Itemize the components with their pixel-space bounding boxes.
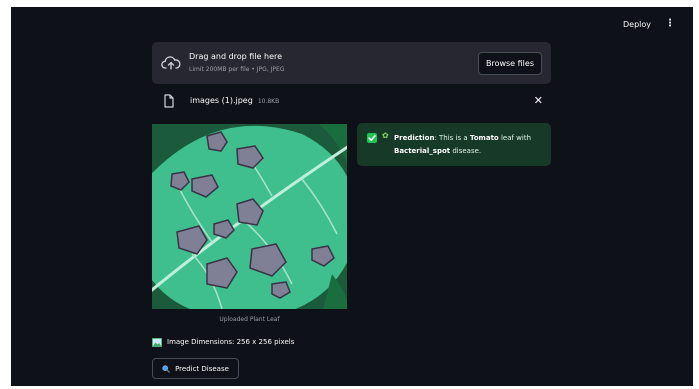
prediction-text-before: : This is a: [434, 134, 470, 142]
predict-disease-button[interactable]: Predict Disease: [152, 358, 239, 379]
prediction-alert: ✿ Prediction: This is a Tomato leaf with…: [357, 123, 551, 166]
magnifier-icon: [162, 364, 170, 373]
cloud-upload-icon: [161, 56, 181, 70]
prediction-disease: Bacterial_spot: [394, 147, 451, 155]
vertical-ellipsis-icon[interactable]: ⋮: [665, 19, 675, 29]
prediction-text-middle: leaf with: [498, 134, 532, 142]
picture-icon: [152, 337, 162, 347]
image-dimensions: Image Dimensions: 256 x 256 pixels: [152, 336, 294, 348]
top-bar: Deploy ⋮: [623, 7, 693, 41]
file-size: 10.8KB: [257, 98, 280, 105]
app-window: Deploy ⋮ Drag and drop file here Limit 2…: [11, 7, 693, 386]
prediction-label: Prediction: [394, 134, 435, 142]
file-name-text: images (1).jpeg: [190, 96, 253, 105]
image-caption: Uploaded Plant Leaf: [219, 316, 280, 323]
deploy-button[interactable]: Deploy: [623, 20, 651, 29]
file-icon: [164, 94, 174, 108]
uploaded-file-row: images (1).jpeg 10.8KB ✕: [152, 91, 551, 113]
predict-disease-label: Predict Disease: [175, 364, 229, 373]
image-dimensions-text: Image Dimensions: 256 x 256 pixels: [167, 338, 295, 346]
file-name: images (1).jpeg 10.8KB: [190, 96, 279, 105]
prediction-plant: Tomato: [469, 134, 499, 142]
leaf-photo: [152, 124, 347, 309]
sprout-icon: ✿: [382, 131, 389, 140]
check-box-icon: [367, 133, 377, 143]
dropzone-title: Drag and drop file here: [189, 52, 283, 61]
prediction-text-after: disease.: [450, 147, 482, 155]
uploaded-leaf-image: [152, 124, 347, 309]
close-icon[interactable]: ✕: [534, 94, 543, 107]
dropzone-limit: Limit 200MB per file • JPG, JPEG: [189, 66, 285, 73]
browse-files-button[interactable]: Browse files: [477, 52, 542, 75]
file-dropzone[interactable]: Drag and drop file here Limit 200MB per …: [152, 42, 551, 84]
prediction-text: Prediction: This is a Tomato leaf with B…: [394, 132, 544, 158]
